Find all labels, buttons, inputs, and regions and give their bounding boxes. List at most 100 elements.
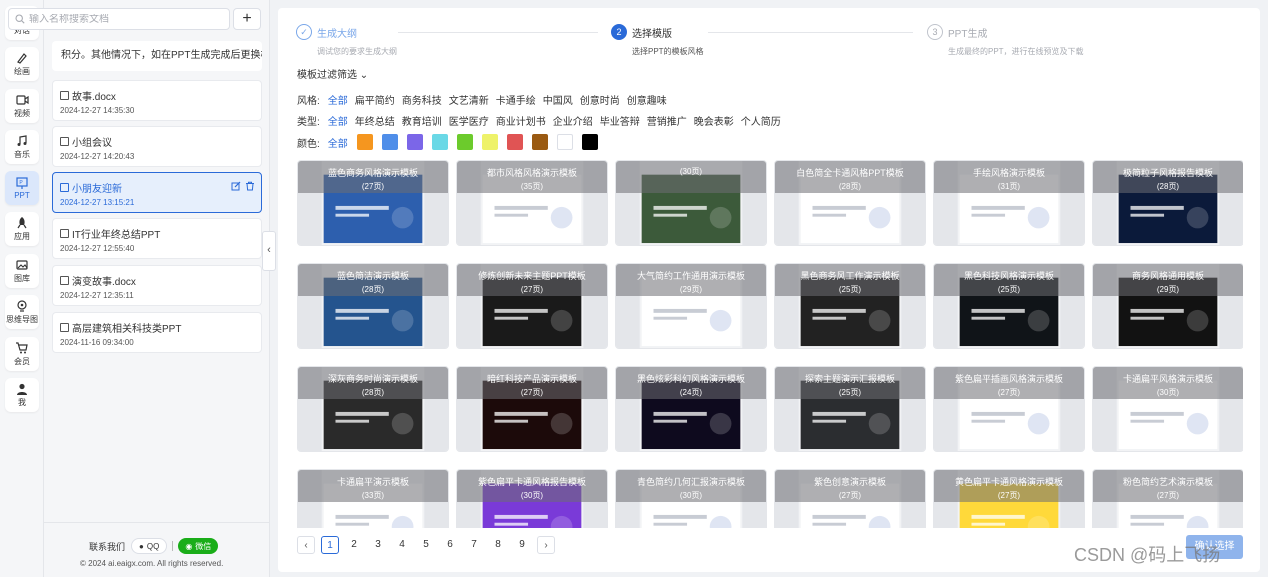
filter-option[interactable]: 全部 [328, 135, 348, 150]
filter-option[interactable]: 毕业答辩 [600, 113, 640, 128]
nav-item-9[interactable]: 会员 [5, 337, 39, 371]
filter-option[interactable]: 营销推广 [647, 113, 687, 128]
nav-item-5[interactable]: P PPT [5, 171, 39, 205]
filter-option[interactable]: 商务科技 [402, 92, 442, 107]
filter-option[interactable]: 中国风 [543, 92, 573, 107]
filter-option[interactable]: 医学医疗 [449, 113, 489, 128]
color-swatch[interactable] [556, 134, 573, 150]
step-connector [398, 32, 598, 33]
nav-item-2[interactable]: 绘画 [5, 47, 39, 81]
color-swatch[interactable] [431, 134, 448, 150]
template-card[interactable]: 紫色创意演示模板 (27页) [774, 469, 926, 528]
history-item[interactable]: 高层建筑相关科技类PPT 2024-11-16 09:34:00 [52, 312, 262, 353]
history-date: 2024-12-27 12:35:11 [60, 291, 134, 300]
filter-option[interactable]: 教育培训 [402, 113, 442, 128]
color-swatch[interactable] [356, 134, 373, 150]
template-card[interactable]: 卡通扁平演示模板 (33页) [297, 469, 449, 528]
color-swatch[interactable] [481, 134, 498, 150]
nav-item-label: 我 [18, 398, 26, 407]
template-card[interactable]: 黑色科技风格演示模板 (25页) [933, 263, 1085, 349]
filter-option[interactable]: 企业介绍 [553, 113, 593, 128]
page-number[interactable]: 2 [345, 536, 363, 554]
wechat-button[interactable]: ◉ 微信 [178, 538, 219, 554]
template-grid: 蓝色商务风格演示模板 (27页) 都市风格风格演示模板 (35页) (30页) 白色简全卡… [297, 160, 1243, 528]
nav-item-10[interactable]: 我 [5, 378, 39, 412]
template-card[interactable]: 青色简约几何汇报演示模板 (30页) [615, 469, 767, 528]
page-number[interactable]: 3 [369, 536, 387, 554]
template-card[interactable]: 商务风格通用模板 (29页) [1092, 263, 1243, 349]
history-item[interactable]: IT行业年终总结PPT 2024-12-27 12:55:40 [52, 218, 262, 259]
template-card[interactable]: 极简粒子风格报告模板 (28页) [1092, 160, 1243, 246]
template-card[interactable]: 蓝色简洁演示模板 (28页) [297, 263, 449, 349]
color-swatch[interactable] [406, 134, 423, 150]
page-number[interactable]: 5 [417, 536, 435, 554]
template-card[interactable]: 黑色商务风工作演示模板 (25页) [774, 263, 926, 349]
template-card[interactable]: 探索主题演示汇报模板 (25页) [774, 366, 926, 452]
nav-item-7[interactable]: 图库 [5, 254, 39, 288]
history-item[interactable]: 小组会议 2024-12-27 14:20:43 [52, 126, 262, 167]
template-card[interactable]: 黄色扁平卡通风格演示模板 (27页) [933, 469, 1085, 528]
template-card[interactable]: 深灰商务时尚演示模板 (28页) [297, 366, 449, 452]
page-number[interactable]: 1 [321, 536, 339, 554]
template-card[interactable]: 手绘风格演示模板 (31页) [933, 160, 1085, 246]
filter-option[interactable]: 创意趣味 [627, 92, 667, 107]
template-title: 深灰商务时尚演示模板 [327, 374, 418, 384]
color-swatch[interactable] [381, 134, 398, 150]
page-number[interactable]: 6 [441, 536, 459, 554]
search-box[interactable] [8, 8, 230, 30]
color-swatch[interactable] [531, 134, 548, 150]
template-card[interactable]: 黑色炫彩科幻风格演示模板 (24页) [615, 366, 767, 452]
page-number[interactable]: 7 [465, 536, 483, 554]
filter-option[interactable]: 创意时尚 [580, 92, 620, 107]
filter-option[interactable]: 晚会表彰 [694, 113, 734, 128]
nav-item-3[interactable]: 视频 [5, 89, 39, 123]
template-card[interactable]: 紫色扁平插画风格演示模板 (27页) [933, 366, 1085, 452]
image-icon [16, 260, 28, 270]
prev-page-button[interactable]: ‹ [297, 536, 315, 554]
filter-option[interactable]: 个人简历 [741, 113, 781, 128]
nav-item-6[interactable]: 应用 [5, 212, 39, 246]
template-caption: 探索主题演示汇报模板 (25页) [775, 367, 925, 399]
template-card[interactable]: 卡通扁平风格演示模板 (30页) [1092, 366, 1243, 452]
collapse-sidebar-button[interactable]: ‹ [262, 231, 276, 271]
add-document-button[interactable]: + [233, 8, 261, 30]
search-input[interactable] [29, 13, 209, 25]
history-item[interactable]: 小朋友迎新 2024-12-27 13:15:21 [52, 172, 262, 213]
page-number[interactable]: 9 [513, 536, 531, 554]
filter-option[interactable]: 文艺清新 [449, 92, 489, 107]
hint-text: 积分。其他情况下，如在PPT生成完成后更换模 [52, 41, 262, 71]
template-card[interactable]: 紫色扁平卡通风格报告模板 (30页) [456, 469, 608, 528]
template-pages: (31页) [997, 182, 1021, 191]
page-number[interactable]: 4 [393, 536, 411, 554]
template-caption: 卡通扁平演示模板 (33页) [298, 470, 448, 502]
template-card[interactable]: 蓝色商务风格演示模板 (27页) [297, 160, 449, 246]
nav-item-8[interactable]: 思维导图 [5, 295, 39, 329]
filter-option[interactable]: 年终总结 [355, 113, 395, 128]
nav-item-4[interactable]: 音乐 [5, 130, 39, 164]
template-card[interactable]: (30页) [615, 160, 767, 246]
sidebar-footer: 联系我们 ● QQ ◉ 微信 © 2024 ai.eaigx.com. All ri… [44, 522, 270, 577]
history-item[interactable]: 演变故事.docx 2024-12-27 12:35:11 [52, 265, 262, 306]
next-page-button[interactable]: › [537, 536, 555, 554]
template-card[interactable]: 大气简约工作通用演示模板 (29页) [615, 263, 767, 349]
delete-icon[interactable] [245, 181, 255, 191]
edit-icon[interactable] [231, 181, 241, 191]
template-card[interactable]: 粉色简约艺术演示模板 (27页) [1092, 469, 1243, 528]
template-card[interactable]: 暗红科技产品演示模板 (27页) [456, 366, 608, 452]
filter-option[interactable]: 全部 [328, 92, 348, 107]
color-swatch[interactable] [456, 134, 473, 150]
template-card[interactable]: 都市风格风格演示模板 (35页) [456, 160, 608, 246]
color-swatch[interactable] [506, 134, 523, 150]
template-card[interactable]: 白色简全卡通风格PPT模板 (28页) [774, 160, 926, 246]
qq-button[interactable]: ● QQ [131, 538, 168, 554]
template-pages: (33页) [361, 491, 385, 500]
color-swatch[interactable] [581, 134, 598, 150]
filter-option[interactable]: 全部 [328, 113, 348, 128]
filter-option[interactable]: 卡通手绘 [496, 92, 536, 107]
filter-toggle[interactable]: 模板过滤筛选 ⌄ [297, 66, 368, 81]
filter-option[interactable]: 扁平简约 [355, 92, 395, 107]
page-number[interactable]: 8 [489, 536, 507, 554]
template-card[interactable]: 修炼创新未来主题PPT模板 (27页) [456, 263, 608, 349]
history-item[interactable]: 故事.docx 2024-12-27 14:35:30 [52, 80, 262, 121]
filter-option[interactable]: 商业计划书 [496, 113, 546, 128]
